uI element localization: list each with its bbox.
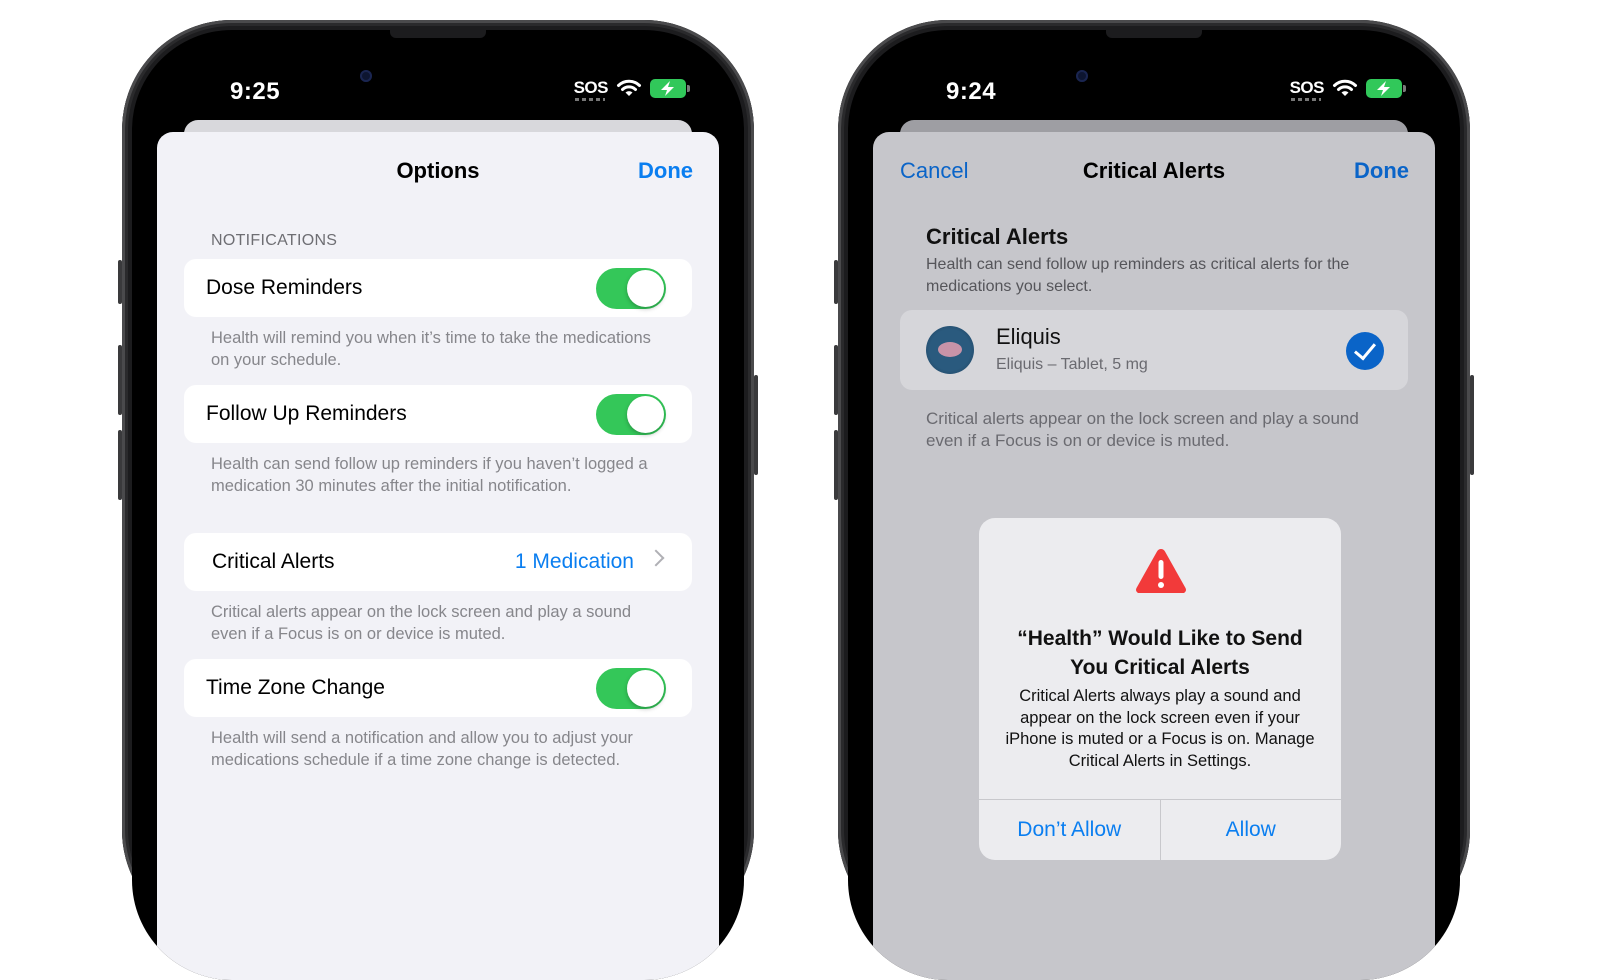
row-time-zone-change: Time Zone Change xyxy=(184,659,692,717)
section-heading: Critical Alerts xyxy=(926,224,1069,249)
critical-alerts-sheet: Cancel Critical Alerts Done Critical Ale… xyxy=(873,132,1435,980)
permission-alert-dialog: “Health” Would Like to Send You Critical… xyxy=(979,518,1341,860)
allow-button[interactable]: Allow xyxy=(1159,800,1342,860)
critical-alerts-value: 1 Medication xyxy=(514,550,634,573)
critical-alerts-footer: Critical alerts appear on the lock scree… xyxy=(926,409,1359,450)
speaker xyxy=(390,30,486,38)
screen-right: 9:24 SOS Cancel Critical Alerts Done Cri… xyxy=(848,30,1460,980)
signal-dots xyxy=(1290,98,1321,101)
sos-indicator: SOS xyxy=(1289,78,1325,101)
side-button xyxy=(754,375,758,475)
side-button xyxy=(1470,375,1474,475)
done-button[interactable]: Done xyxy=(1354,158,1409,184)
time-zone-change-label: Time Zone Change xyxy=(206,676,385,699)
volume-down-button xyxy=(834,430,838,500)
toggle-knob xyxy=(627,670,664,707)
screen-left: 9:25 SOS Options Done NOTIFICATIONS Dose… xyxy=(132,30,744,980)
mute-switch xyxy=(118,260,122,304)
volume-up-button xyxy=(118,345,122,415)
nav-title: Critical Alerts xyxy=(1082,158,1226,183)
pill-icon xyxy=(926,326,974,374)
sos-label: SOS xyxy=(573,78,609,97)
toggle-knob xyxy=(627,396,664,433)
section-header-notifications: NOTIFICATIONS xyxy=(211,232,338,249)
follow-up-reminders-toggle[interactable] xyxy=(596,394,666,435)
volume-down-button xyxy=(118,430,122,500)
row-dose-reminders: Dose Reminders xyxy=(184,259,692,317)
row-critical-alerts[interactable]: Critical Alerts 1 Medication xyxy=(184,533,692,591)
charging-bolt-icon xyxy=(1377,80,1390,96)
options-sheet: Options Done NOTIFICATIONS Dose Reminder… xyxy=(157,132,719,980)
status-time: 9:25 xyxy=(230,78,281,105)
alert-message: Critical Alerts always play a sound and … xyxy=(1005,687,1315,770)
phone-right: 9:24 SOS Cancel Critical Alerts Done Cri… xyxy=(834,20,1474,980)
mute-switch xyxy=(834,260,838,304)
follow-up-reminders-label: Follow Up Reminders xyxy=(206,402,407,425)
follow-up-reminders-footer: Health can send follow up reminders if y… xyxy=(211,455,648,495)
status-indicators: SOS xyxy=(1289,78,1406,101)
medication-detail: Eliquis – Tablet, 5 mg xyxy=(996,356,1148,373)
row-follow-up-reminders: Follow Up Reminders xyxy=(184,385,692,443)
phone-left: 9:25 SOS Options Done NOTIFICATIONS Dose… xyxy=(118,20,758,980)
dose-reminders-footer: Health will remind you when it’s time to… xyxy=(211,329,651,369)
status-time: 9:24 xyxy=(946,78,997,105)
time-zone-change-toggle[interactable] xyxy=(596,668,666,709)
wifi-icon xyxy=(617,79,641,96)
speaker xyxy=(1106,30,1202,38)
front-camera xyxy=(1076,70,1088,82)
section-subtitle: Health can send follow up reminders as c… xyxy=(926,256,1350,295)
front-camera xyxy=(360,70,372,82)
critical-alerts-label: Critical Alerts xyxy=(212,550,335,573)
battery-icon xyxy=(650,78,690,98)
toggle-knob xyxy=(627,270,664,307)
chevron-right-icon xyxy=(647,549,665,567)
time-zone-change-footer: Health will send a notification and allo… xyxy=(211,729,633,769)
signal-dots xyxy=(574,98,605,101)
sos-label: SOS xyxy=(1289,78,1325,97)
sos-indicator: SOS xyxy=(573,78,609,101)
critical-alerts-footer: Critical alerts appear on the lock scree… xyxy=(211,603,632,643)
warning-triangle-icon xyxy=(1136,549,1186,593)
medication-row-eliquis[interactable]: Eliquis Eliquis – Tablet, 5 mg xyxy=(900,310,1408,390)
charging-bolt-icon xyxy=(661,80,674,96)
nav-title: Options xyxy=(396,158,480,183)
battery-icon xyxy=(1366,78,1406,98)
done-button[interactable]: Done xyxy=(638,158,693,184)
checkmark-icon[interactable] xyxy=(1346,332,1384,370)
alert-title: “Health” Would Like to Send You Critical… xyxy=(1017,627,1303,679)
dose-reminders-label: Dose Reminders xyxy=(206,276,363,299)
dose-reminders-toggle[interactable] xyxy=(596,268,666,309)
dont-allow-button[interactable]: Don’t Allow xyxy=(979,800,1160,860)
status-indicators: SOS xyxy=(573,78,690,101)
wifi-icon xyxy=(1333,79,1357,96)
medication-name: Eliquis xyxy=(996,324,1061,349)
alert-actions: Don’t Allow Allow xyxy=(979,799,1341,860)
volume-up-button xyxy=(834,345,838,415)
